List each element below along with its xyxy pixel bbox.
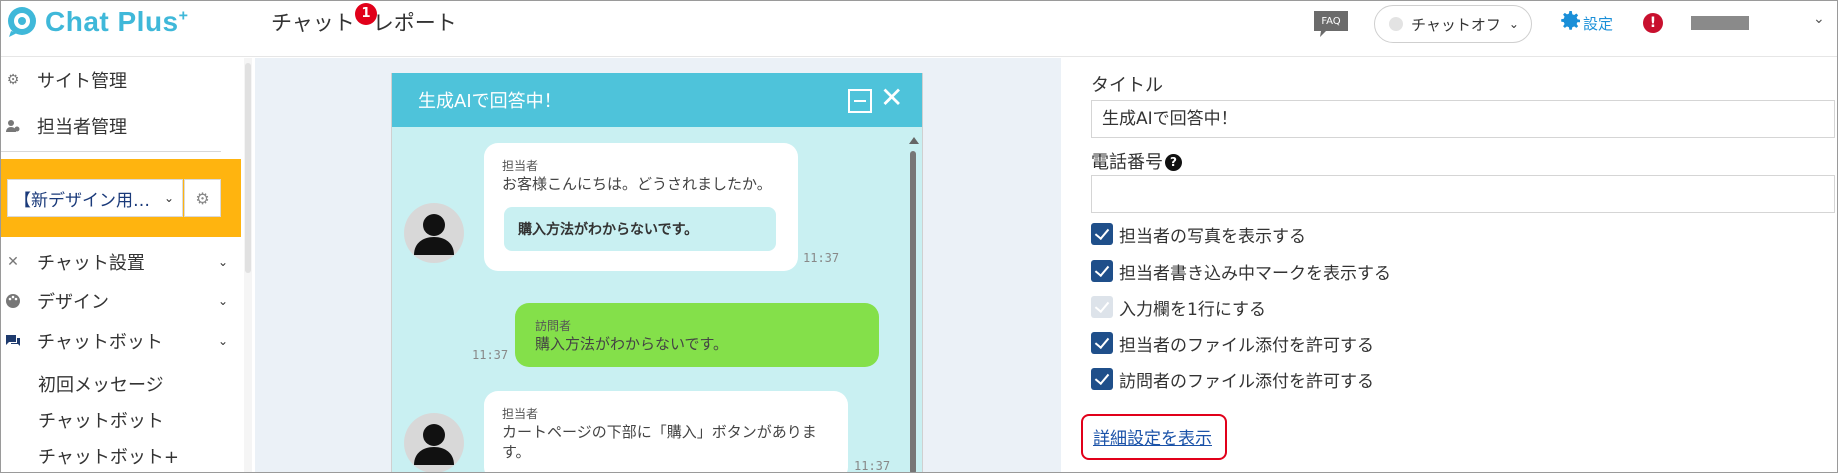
site-select-area: 【新デザイン用… ⌄ ⚙ — [1, 159, 241, 237]
chat-plus-logo-icon — [5, 5, 39, 39]
message-time: 11:37 — [472, 348, 509, 362]
checkbox-show-typing-mark[interactable]: 担当者書き込み中マークを表示する — [1091, 259, 1391, 284]
chevron-down-icon: ⌄ — [1508, 17, 1519, 31]
close-icon[interactable]: ✕ — [880, 83, 903, 113]
help-icon[interactable]: ? — [1165, 154, 1182, 171]
app-window: Chat Plus+ チャット 1 レポート FAQ チャットオフ ⌄ 設定 !… — [0, 0, 1838, 473]
checkbox-label: 担当者のファイル添付を許可する — [1119, 335, 1374, 356]
palette-icon — [5, 293, 21, 309]
chat-bubbles-icon — [5, 333, 21, 349]
agent-message-bubble: 担当者 カートページの下部に「購入」ボタンがありま す。 — [484, 391, 848, 472]
logo-text: Chat Plus+ — [45, 6, 189, 37]
quick-reply-choice[interactable]: 購入方法がわからないです。 — [504, 207, 776, 251]
checkbox-single-line-input: 入力欄を1行にする — [1091, 295, 1266, 320]
widget-header: 生成AIで回答中！ ✕ — [392, 73, 922, 127]
chevron-down-icon: ⌄ — [218, 255, 229, 269]
user-name-redacted[interactable] — [1691, 16, 1749, 30]
checkbox-label: 担当者書き込み中マークを表示する — [1119, 263, 1391, 284]
settings-label: 設定 — [1583, 14, 1614, 33]
sidebar-item-chatbot[interactable]: チャットボット ⌄ — [1, 324, 241, 358]
checkbox-checked[interactable] — [1091, 368, 1113, 390]
gear-icon — [1559, 9, 1583, 37]
message-text: す。 — [502, 443, 531, 461]
sidebar-subitem-first-message[interactable]: 初回メッセージ — [38, 371, 164, 397]
sidebar-scrollbar-thumb[interactable] — [245, 63, 251, 273]
phone-label: 電話番号? — [1091, 148, 1182, 174]
checkbox-checked[interactable] — [1091, 260, 1113, 282]
widget-scrollbar[interactable] — [908, 133, 919, 472]
chevron-down-icon: ⌄ — [218, 334, 229, 348]
chat-status-select[interactable]: チャットオフ ⌄ — [1374, 5, 1532, 43]
message-time: 11:37 — [803, 251, 840, 265]
chevron-down-icon: ⌄ — [163, 191, 174, 205]
nav-report-label: レポート — [372, 11, 457, 35]
show-advanced-settings-link[interactable]: 詳細設定を表示 — [1093, 424, 1212, 449]
message-text: カートページの下部に「購入」ボタンがありま — [502, 423, 817, 441]
chevron-down-icon[interactable]: ⌄ — [1813, 11, 1825, 27]
logo[interactable]: Chat Plus+ — [5, 5, 188, 39]
site-select-value: 【新デザイン用… — [14, 190, 150, 211]
widget-title: 生成AIで回答中！ — [418, 91, 562, 112]
message-time: 11:37 — [854, 459, 891, 473]
sidebar-item-label: サイト管理 — [37, 71, 127, 92]
agent-avatar — [404, 203, 464, 263]
message-sender: 担当者 — [502, 407, 539, 421]
scroll-up-icon[interactable] — [909, 137, 919, 144]
top-nav: チャット 1 レポート — [271, 3, 475, 37]
phone-input[interactable] — [1091, 175, 1835, 213]
widget-scrollbar-thumb[interactable] — [910, 151, 916, 472]
checkbox-label: 訪問者のファイル添付を許可する — [1119, 371, 1374, 392]
nav-report[interactable]: レポート — [373, 9, 457, 37]
nav-chat-label: チャット — [271, 11, 355, 35]
sidebar-item-site-management[interactable]: ⚙ サイト管理 — [1, 63, 241, 97]
chat-widget-preview: 生成AIで回答中！ ✕ 担当者 お客様こんにちは。どうされましたか。 購入方法が… — [391, 73, 923, 473]
agent-message-bubble: 担当者 お客様こんにちは。どうされましたか。 購入方法がわからないです。 — [484, 143, 798, 271]
sidebar-item-agent-management[interactable]: 担当者管理 — [1, 109, 241, 143]
sidebar-subitem-chatbot[interactable]: チャットボット — [38, 407, 164, 433]
tools-icon: ✕ — [7, 254, 19, 270]
svg-text:FAQ: FAQ — [1321, 16, 1340, 27]
gear-icon: ⚙ — [6, 72, 20, 88]
checkbox-label: 担当者の写真を表示する — [1119, 226, 1306, 247]
message-sender: 担当者 — [502, 159, 539, 173]
minimize-icon[interactable] — [848, 89, 872, 113]
sidebar-item-label: チャットボット — [37, 332, 163, 353]
site-settings-gear-icon[interactable]: ⚙ — [184, 179, 221, 217]
site-select[interactable]: 【新デザイン用… ⌄ — [7, 179, 183, 217]
sidebar-item-label: チャット設置 — [37, 253, 145, 274]
checkbox-checked[interactable] — [1091, 223, 1113, 245]
chat-status-label: チャットオフ — [1411, 15, 1501, 34]
sidebar: ⚙ サイト管理 担当者管理 【新デザイン用… ⌄ ⚙ ✕ チャット設置 ⌄ デザ… — [1, 58, 241, 472]
sidebar-item-label: 担当者管理 — [37, 117, 127, 138]
sidebar-item-label: デザイン — [37, 292, 109, 313]
nav-chat[interactable]: チャット 1 — [271, 3, 377, 37]
message-text: 購入方法がわからないです。 — [535, 335, 729, 353]
users-gear-icon — [5, 118, 21, 134]
sidebar-item-chat-install[interactable]: ✕ チャット設置 ⌄ — [1, 245, 241, 279]
checkbox-disabled — [1091, 296, 1113, 318]
settings-button[interactable]: 設定 — [1559, 9, 1613, 37]
checkbox-agent-file-attach[interactable]: 担当者のファイル添付を許可する — [1091, 331, 1374, 356]
sidebar-item-design[interactable]: デザイン ⌄ — [1, 284, 241, 318]
status-dot — [1389, 17, 1403, 31]
checkbox-label: 入力欄を1行にする — [1119, 299, 1266, 320]
alert-icon[interactable]: ! — [1643, 13, 1663, 33]
title-label: タイトル — [1091, 75, 1163, 96]
faq-icon[interactable]: FAQ — [1312, 9, 1350, 37]
agent-avatar — [404, 413, 464, 472]
message-sender: 訪問者 — [535, 319, 572, 333]
checkbox-visitor-file-attach[interactable]: 訪問者のファイル添付を許可する — [1091, 367, 1374, 392]
chevron-down-icon: ⌄ — [218, 294, 229, 308]
top-header: Chat Plus+ チャット 1 レポート FAQ チャットオフ ⌄ 設定 !… — [1, 1, 1837, 57]
settings-form: タイトル 生成AIで回答中！ 電話番号? 担当者の写真を表示する 担当者書き込み… — [1061, 58, 1837, 472]
title-input[interactable]: 生成AIで回答中！ — [1091, 100, 1835, 138]
checkbox-checked[interactable] — [1091, 332, 1113, 354]
sidebar-subitem-chatbot-plus[interactable]: チャットボット+ — [38, 443, 179, 469]
phone-label-text: 電話番号 — [1091, 152, 1163, 173]
visitor-message-bubble: 訪問者 購入方法がわからないです。 — [515, 303, 879, 367]
checkbox-show-agent-photo[interactable]: 担当者の写真を表示する — [1091, 222, 1306, 247]
preview-area: 生成AIで回答中！ ✕ 担当者 お客様こんにちは。どうされましたか。 購入方法が… — [255, 58, 1061, 473]
message-text: お客様こんにちは。どうされましたか。 — [502, 175, 772, 193]
divider — [1, 151, 221, 152]
